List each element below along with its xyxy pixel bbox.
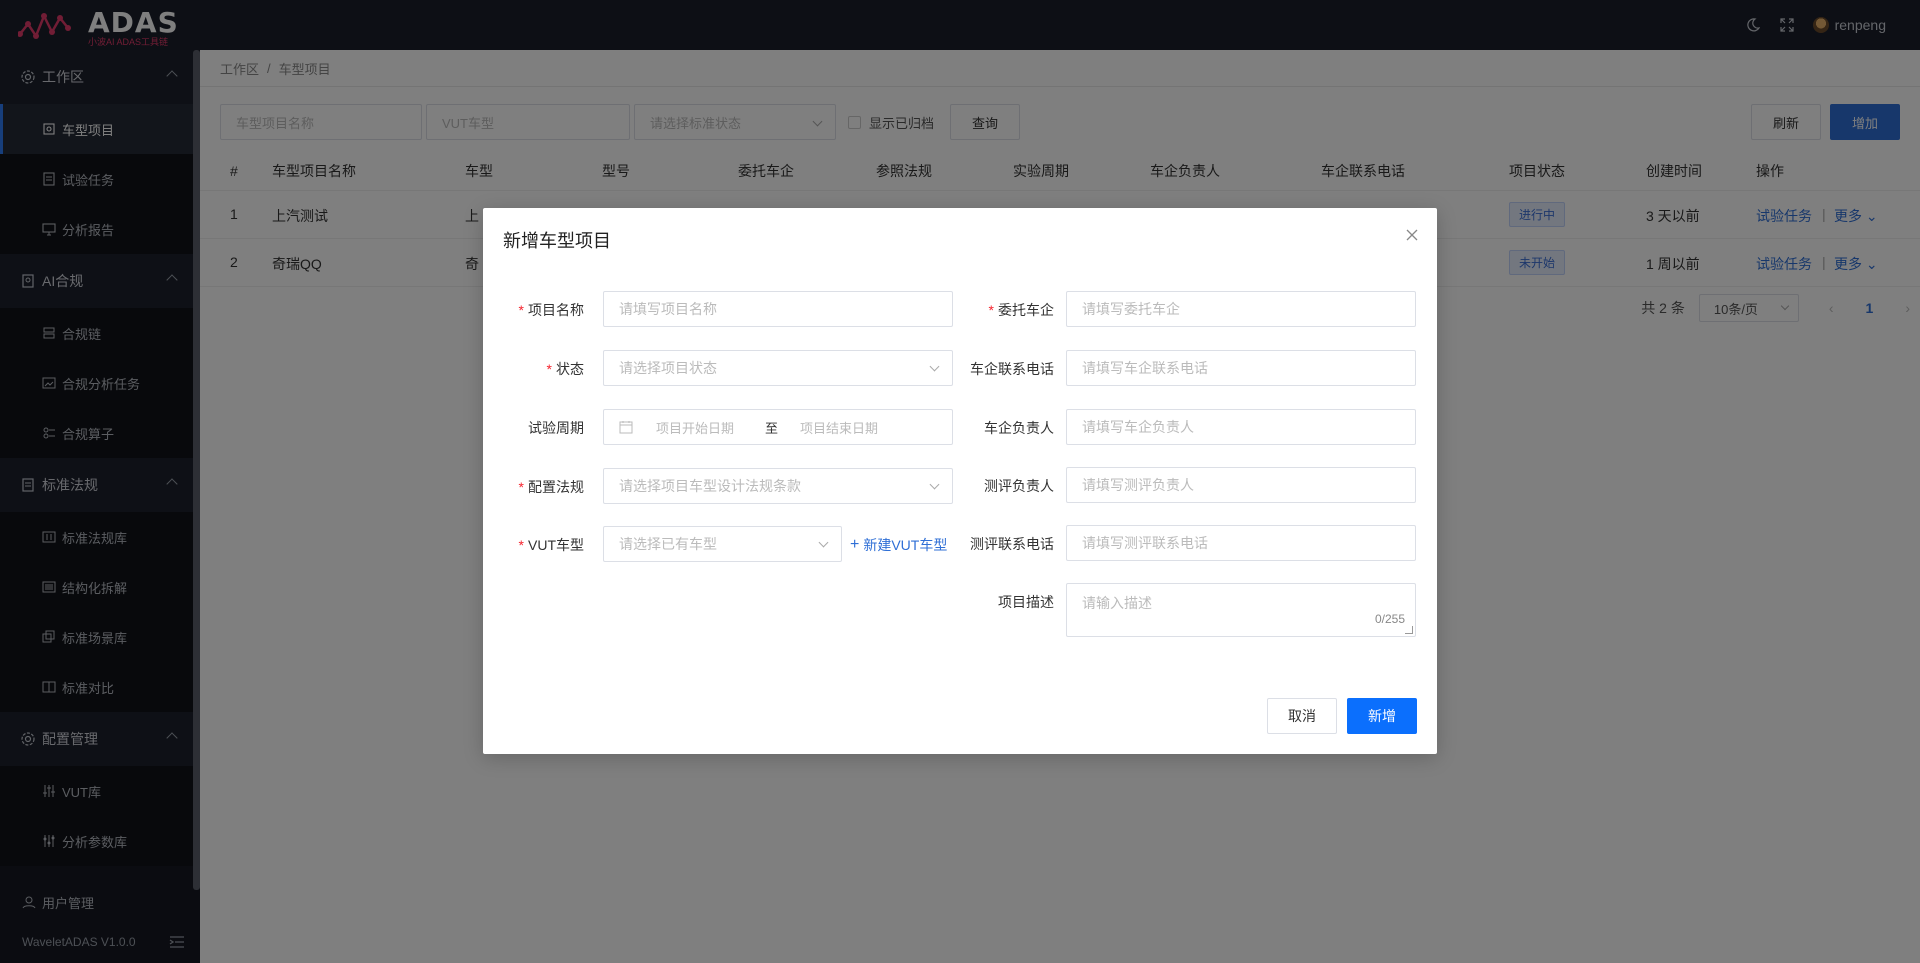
client-phone-input[interactable]: 请填写车企联系电话 <box>1066 350 1416 386</box>
eval-phone-label: 测评联系电话 <box>970 536 1054 552</box>
char-counter: 0/255 <box>1374 612 1405 626</box>
close-icon[interactable] <box>1405 228 1419 242</box>
end-date-input[interactable]: 项目结束日期 <box>800 418 878 437</box>
chevron-down-icon <box>818 537 829 548</box>
client-label: * 委托车企 <box>988 302 1054 318</box>
regulation-label: * 配置法规 <box>518 479 584 495</box>
regulation-select[interactable]: 请选择项目车型设计法规条款 <box>603 468 953 504</box>
status-select[interactable]: 请选择项目状态 <box>603 350 953 386</box>
client-owner-input[interactable]: 请填写车企负责人 <box>1066 409 1416 445</box>
eval-phone-input[interactable]: 请填写测评联系电话 <box>1066 525 1416 561</box>
new-project-dialog: 新增车型项目 * 项目名称 请填写项目名称 * 状态 请选择项目状态 试验周期 项目… <box>483 208 1437 754</box>
chevron-down-icon <box>929 479 940 490</box>
start-date-input[interactable]: 项目开始日期 <box>656 418 734 437</box>
status-placeholder: 请选择项目状态 <box>619 360 717 376</box>
regulation-placeholder: 请选择项目车型设计法规条款 <box>619 478 801 494</box>
eval-owner-label: 测评负责人 <box>984 478 1054 494</box>
status-label: * 状态 <box>546 361 584 377</box>
new-vut-link[interactable]: + 新建VUT车型 <box>850 535 947 555</box>
dialog-title: 新增车型项目 <box>503 231 611 251</box>
client-phone-label: 车企联系电话 <box>970 361 1054 377</box>
vut-select[interactable]: 请选择已有车型 <box>603 526 842 562</box>
description-textarea[interactable]: 请输入描述 0/255 <box>1066 583 1416 637</box>
description-placeholder: 请输入描述 <box>1082 595 1152 611</box>
eval-owner-input[interactable]: 请填写测评负责人 <box>1066 467 1416 503</box>
cancel-button[interactable]: 取消 <box>1267 698 1337 734</box>
project-name-input[interactable]: 请填写项目名称 <box>603 291 953 327</box>
project-name-label: * 项目名称 <box>518 302 584 318</box>
chevron-down-icon <box>929 361 940 372</box>
client-input[interactable]: 请填写委托车企 <box>1066 291 1416 327</box>
submit-button[interactable]: 新增 <box>1347 698 1417 734</box>
description-label: 项目描述 <box>998 594 1054 610</box>
client-owner-label: 车企负责人 <box>984 420 1054 436</box>
vut-placeholder: 请选择已有车型 <box>619 536 717 552</box>
range-separator: 至 <box>765 420 779 436</box>
test-period-label: 试验周期 <box>528 420 584 436</box>
calendar-icon <box>619 421 633 434</box>
resize-handle[interactable] <box>1405 626 1413 634</box>
vut-label: * VUT车型 <box>518 537 584 553</box>
test-period-range[interactable]: 项目开始日期 至 项目结束日期 <box>603 409 953 445</box>
plus-icon: + <box>850 536 860 553</box>
